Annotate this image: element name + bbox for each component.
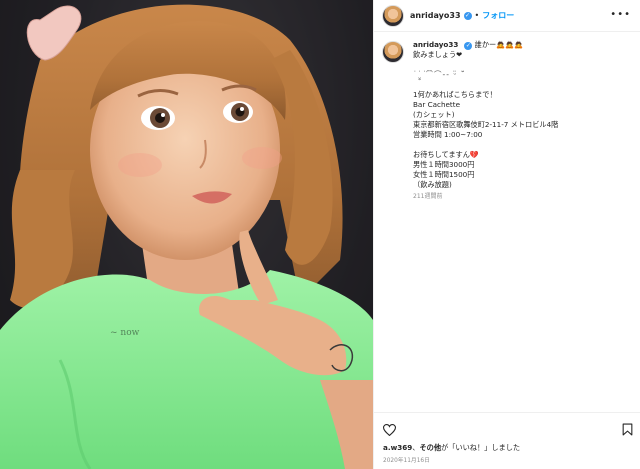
separator-dot: • [474,11,480,20]
post-time-ago[interactable]: 211週間前 [413,192,558,202]
post-side-panel: anridayo33 ✓ • フォロー ••• anridayo33 ✓ 誰かー🙇… [373,0,640,469]
caption-line: (カシェット) [413,110,455,119]
selfie-image: ~ now [0,0,373,469]
more-options-icon[interactable]: ••• [610,9,631,20]
verified-badge-icon: ✓ [464,42,473,50]
caption-line: 飲みましょう❤ [413,50,463,59]
post-caption: anridayo33 ✓ 誰かー🙇🙇🙇 飲みましょう❤ ˙˙̮̮˙ ᷇ ᷆⌒-- … [382,40,634,202]
caption-line: お待ちしてますん💔 [413,150,479,159]
others-link[interactable]: その他 [419,443,441,452]
caption-line: Bar Cachette [413,100,460,109]
caption-line: 誰かー🙇🙇🙇 [474,40,524,49]
heart-icon[interactable] [382,421,397,440]
likes-summary: a.w369、その他が「いいね！」しました [383,443,521,452]
caption-avatar[interactable] [382,41,404,63]
verified-badge-icon: ✓ [463,11,472,20]
caption-line: 営業時間 1:00~7:00 [413,130,483,139]
username-link[interactable]: anridayo33 [410,11,461,20]
post-actions-bar [374,412,640,442]
post-header: anridayo33 ✓ • フォロー ••• [374,0,640,32]
liker-username-link[interactable]: a.w369 [383,443,412,452]
follow-button[interactable]: フォロー [482,10,514,21]
caption-line: （飲み放題) [413,180,452,189]
caption-body: anridayo33 ✓ 誰かー🙇🙇🙇 飲みましょう❤ ˙˙̮̮˙ ᷇ ᷆⌒-- … [413,40,558,202]
bookmark-icon[interactable] [622,421,633,440]
post-date: 2020年11月16日 [383,458,430,464]
caption-line: ˙˙̮̮˙ ᷇ ᷆⌒-- ᵕ̈ ˘̈ [413,70,466,79]
caption-line: 1何かあればこちらまで！ [413,90,497,99]
caption-username-link[interactable]: anridayo33 [413,40,458,49]
caption-line: 男性１時間3000円 [413,160,475,169]
post-photo[interactable]: ~ now [0,0,373,469]
svg-text:~ now: ~ now [110,328,140,338]
avatar[interactable] [382,4,404,27]
caption-line: 女性１時間1500円 [413,170,475,179]
caption-line: 東京都新宿区歌舞伎町2-11-7 メトロビル4階 [413,120,559,129]
likes-suffix: が「いいね！」しました [441,443,521,452]
